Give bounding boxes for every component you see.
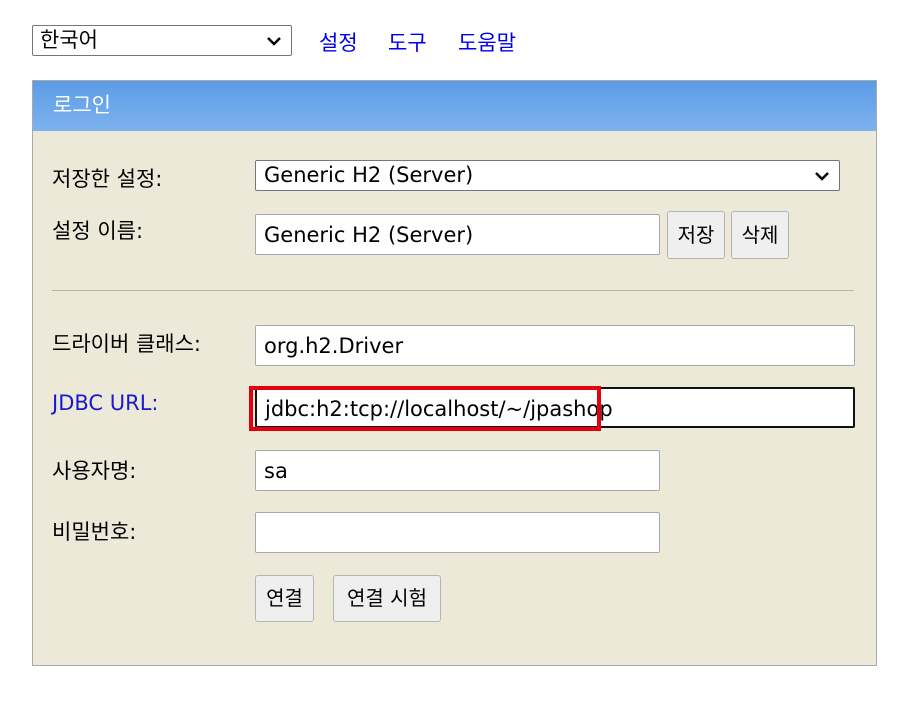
jdbc-url-label[interactable]: JDBC URL:	[52, 391, 158, 415]
password-input[interactable]	[255, 512, 660, 553]
help-link[interactable]: 도움말	[458, 27, 516, 57]
setting-name-input[interactable]: Generic H2 (Server)	[255, 214, 660, 255]
highlight-box	[249, 386, 601, 431]
driver-class-input[interactable]: org.h2.Driver	[255, 325, 855, 366]
setting-name-label: 설정 이름:	[52, 219, 144, 243]
username-input[interactable]: sa	[255, 450, 660, 491]
panel-title: 로그인	[33, 81, 876, 131]
settings-link[interactable]: 설정	[319, 27, 358, 57]
chevron-down-icon	[815, 172, 829, 181]
language-select[interactable]: 한국어	[32, 25, 292, 56]
delete-button[interactable]: 삭제	[731, 211, 789, 259]
connect-button[interactable]: 연결	[255, 575, 314, 622]
chevron-down-icon	[267, 37, 281, 46]
divider	[52, 290, 854, 291]
saved-settings-label: 저장한 설정:	[52, 167, 163, 191]
driver-class-label: 드라이버 클래스:	[52, 332, 201, 356]
username-label: 사용자명:	[52, 459, 137, 483]
tools-link[interactable]: 도구	[388, 27, 427, 57]
saved-settings-value: Generic H2 (Server)	[264, 163, 474, 187]
save-button[interactable]: 저장	[667, 211, 725, 259]
password-label: 비밀번호:	[52, 520, 137, 544]
saved-settings-select[interactable]: Generic H2 (Server)	[255, 160, 840, 191]
language-select-value: 한국어	[40, 28, 98, 52]
test-connection-button[interactable]: 연결 시험	[333, 575, 441, 622]
